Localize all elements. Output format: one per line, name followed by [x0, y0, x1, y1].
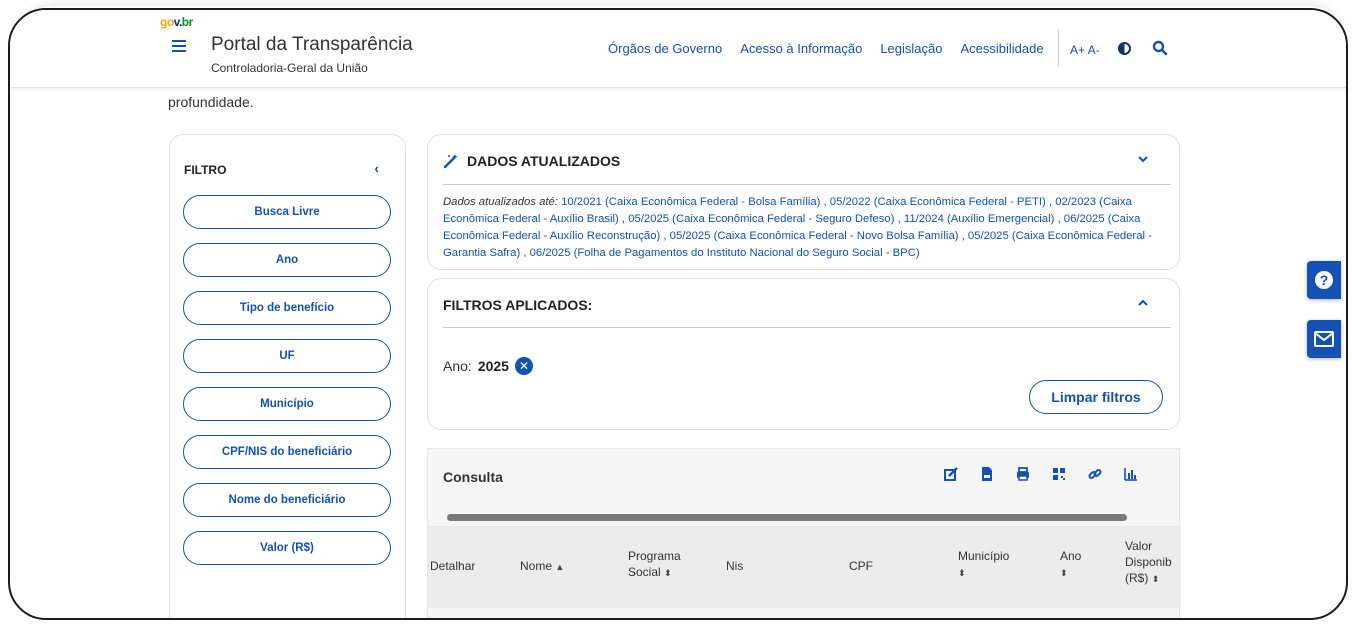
magic-wand-icon: [443, 154, 458, 169]
dados-title: DADOS ATUALIZADOS: [467, 153, 621, 169]
clear-filters-button[interactable]: Limpar filtros: [1029, 380, 1163, 414]
lead-text: profundidade.: [168, 94, 254, 110]
consulta-toolbar: [944, 467, 1138, 481]
govbr-logo[interactable]: gov.br: [160, 15, 193, 29]
help-button[interactable]: ?: [1307, 261, 1341, 299]
horizontal-scrollbar[interactable]: [447, 514, 1127, 521]
top-nav: Órgãos de Governo Acesso à Informação Le…: [608, 41, 1044, 56]
edit-icon[interactable]: [944, 467, 958, 481]
nav-orgaos-de-governo[interactable]: Órgãos de Governo: [608, 41, 722, 56]
link-icon[interactable]: [1088, 467, 1102, 481]
site-header: gov.br Portal da Transparência Controlad…: [10, 10, 1346, 88]
filtros-aplicados-card: FILTROS APLICADOS: Ano: 2025 ✕ Limpar fi…: [427, 278, 1180, 430]
csv-icon[interactable]: [980, 467, 994, 481]
divider: [443, 327, 1171, 328]
column-nis[interactable]: Nis: [726, 558, 743, 574]
site-subtitle: Controladoria-Geral da União: [211, 61, 368, 75]
filter-nome-beneficiario-button[interactable]: Nome do beneficiário: [183, 483, 391, 517]
filter-municipio-button[interactable]: Município: [183, 387, 391, 421]
sort-icon: ⬍: [1151, 574, 1160, 584]
collapse-icon[interactable]: ‹: [374, 160, 379, 176]
column-municipio[interactable]: Município ⬍: [958, 548, 1023, 581]
sort-icon: ⬍: [664, 568, 672, 578]
remove-filter-icon[interactable]: ✕: [514, 357, 533, 375]
filter-uf-button[interactable]: UF: [183, 339, 391, 373]
column-ano[interactable]: Ano ⬍: [1060, 548, 1100, 581]
dados-text: Dados atualizados até: 10/2021 (Caixa Ec…: [443, 194, 1163, 262]
contact-button[interactable]: [1307, 320, 1341, 358]
menu-icon[interactable]: [172, 40, 186, 52]
sort-asc-icon: ▲: [555, 562, 565, 572]
print-icon[interactable]: [1016, 467, 1030, 481]
sort-icon: ⬍: [1060, 568, 1068, 578]
column-programa-social[interactable]: Programa Social ⬍: [628, 548, 698, 581]
svg-text:?: ?: [1320, 272, 1329, 288]
filtros-header[interactable]: FILTROS APLICADOS:: [443, 297, 592, 313]
table-header: Detalhar Nome ▲ Programa Social ⬍ Nis CP…: [428, 526, 1181, 608]
font-size-controls[interactable]: A+ A-: [1070, 43, 1100, 57]
nav-legislacao[interactable]: Legislação: [880, 41, 942, 56]
filter-busca-livre-button[interactable]: Busca Livre: [183, 195, 391, 229]
filtros-title: FILTROS APLICADOS:: [443, 297, 593, 313]
dados-header[interactable]: DADOS ATUALIZADOS: [443, 153, 620, 169]
consulta-title: Consulta: [443, 469, 503, 485]
envelope-icon: [1314, 331, 1334, 347]
dados-atualizados-card: DADOS ATUALIZADOS Dados atualizados até:…: [427, 134, 1180, 270]
nav-acessibilidade[interactable]: Acessibilidade: [960, 41, 1043, 56]
filter-title: FILTRO: [184, 163, 227, 177]
site-title[interactable]: Portal da Transparência: [211, 34, 413, 56]
sort-icon: ⬍: [958, 568, 966, 578]
help-icon: ?: [1315, 271, 1333, 289]
filter-sidebar: FILTRO ‹ Busca Livre Ano Tipo de benefíc…: [169, 134, 406, 618]
divider: [443, 184, 1171, 185]
applied-filter-label: Ano:: [443, 358, 472, 374]
applied-filter: Ano: 2025 ✕: [443, 357, 533, 375]
nav-acesso-a-informacao[interactable]: Acesso à Informação: [740, 41, 862, 56]
filter-tipo-beneficio-button[interactable]: Tipo de benefício: [183, 291, 391, 325]
contrast-icon[interactable]: [1118, 42, 1131, 55]
applied-filter-value: 2025: [477, 358, 509, 374]
filter-valor-button[interactable]: Valor (R$): [183, 531, 391, 565]
filter-ano-button[interactable]: Ano: [183, 243, 391, 277]
chevron-down-icon[interactable]: [1137, 153, 1149, 165]
search-icon[interactable]: [1152, 40, 1168, 56]
consulta-panel: Consulta Detalhar Nome ▲ Programa Social…: [427, 448, 1181, 618]
chart-icon[interactable]: [1124, 467, 1138, 481]
qrcode-icon[interactable]: [1052, 467, 1066, 481]
column-nome[interactable]: Nome ▲: [520, 558, 564, 575]
dados-prefix: Dados atualizados até:: [443, 196, 558, 208]
column-detalhar[interactable]: Detalhar: [430, 558, 475, 574]
column-cpf[interactable]: CPF: [849, 558, 873, 574]
browser-frame: gov.br Portal da Transparência Controlad…: [8, 8, 1348, 620]
column-valor-disponibilizado[interactable]: Valor Disponib (R$) ⬍: [1125, 538, 1181, 587]
filter-cpf-nis-button[interactable]: CPF/NIS do beneficiário: [183, 435, 391, 469]
nav-divider: [1058, 30, 1059, 66]
chevron-up-icon[interactable]: [1137, 297, 1149, 309]
